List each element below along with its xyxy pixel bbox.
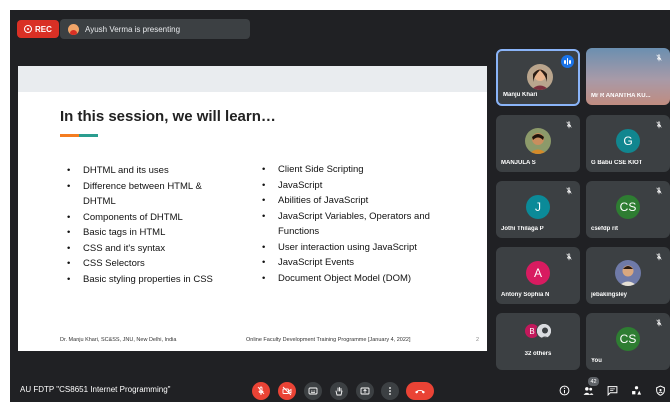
mic-off-icon <box>656 187 662 195</box>
mic-off-icon <box>566 121 572 129</box>
participant-name: G Babu CSE KIOT <box>591 160 643 166</box>
participant-name: MANJULA S <box>501 160 536 166</box>
bullet-item: Abilities of JavaScript <box>260 193 465 209</box>
tile-you[interactable]: CS You <box>586 313 670 370</box>
mic-off-icon <box>257 386 265 395</box>
mic-off-icon <box>656 319 662 327</box>
participant-photo <box>536 323 552 339</box>
tile-anantha[interactable]: Mr R ANANTHA KU... <box>586 48 670 105</box>
slide-left-list: DHTML and its uses Difference between HT… <box>65 163 215 287</box>
more-icon <box>389 387 391 395</box>
bullet-item: DHTML and its uses <box>65 163 215 179</box>
bullet-item: JavaScript <box>260 178 465 194</box>
participant-name: csefdp rit <box>591 226 619 232</box>
slide-right-list: Client Side Scripting JavaScript Abiliti… <box>260 162 465 286</box>
participant-name: Jothi Thilaga P <box>501 226 544 232</box>
bullet-item: Components of DHTML <box>65 210 215 226</box>
activities-icon <box>632 386 642 395</box>
participant-photo <box>615 260 641 286</box>
mic-off-icon <box>656 54 662 62</box>
camera-off-icon <box>282 386 292 396</box>
captions-button[interactable] <box>304 382 322 400</box>
participant-avatar: G <box>616 129 640 153</box>
tile-manjula[interactable]: MANJULA S <box>496 115 580 172</box>
bullet-item: Difference between HTML & DHTML <box>65 179 215 210</box>
tile-manju-khari[interactable]: Manju Khari <box>496 49 580 106</box>
people-icon <box>583 387 594 395</box>
host-controls-button[interactable] <box>654 384 667 397</box>
leave-call-icon <box>415 390 425 394</box>
mic-toggle-button[interactable] <box>252 382 270 400</box>
leave-call-button[interactable] <box>406 382 434 400</box>
more-options-button[interactable] <box>381 382 399 400</box>
present-icon <box>360 387 370 395</box>
others-avatars: B <box>524 323 554 339</box>
presenting-text: Ayush Verma is presenting <box>85 24 181 34</box>
bullet-item: JavaScript Events <box>260 255 465 271</box>
mic-off-icon <box>656 121 662 129</box>
activities-button[interactable] <box>630 384 643 397</box>
slide-header-band <box>18 66 487 92</box>
participant-photo <box>527 64 553 90</box>
slide-title: In this session, we will learn… <box>60 108 276 125</box>
tile-jothi[interactable]: J Jothi Thilaga P <box>496 181 580 238</box>
mic-off-icon <box>656 253 662 261</box>
bullet-item: User interaction using JavaScript <box>260 240 465 256</box>
info-icon <box>559 385 570 396</box>
bullet-item: Document Object Model (DOM) <box>260 271 465 287</box>
meet-window: REC Ayush Verma is presenting In this se… <box>10 10 670 402</box>
captions-icon <box>308 387 318 395</box>
participant-name: jebakingsley <box>591 292 628 298</box>
others-count: 32 others <box>524 351 552 357</box>
participant-photo <box>525 128 551 154</box>
chat-button[interactable] <box>606 384 619 397</box>
tile-csefdp[interactable]: CS csefdp rit <box>586 181 670 238</box>
bullet-item: Client Side Scripting <box>260 162 465 178</box>
raise-hand-icon <box>335 387 343 396</box>
presenting-banner[interactable]: Ayush Verma is presenting <box>60 19 250 39</box>
bullet-item: Basic tags in HTML <box>65 225 215 241</box>
mic-off-icon <box>566 253 572 261</box>
present-button[interactable] <box>356 382 374 400</box>
slide-footer-author: Dr. Manju Khari, SC&SS, JNU, New Delhi, … <box>60 337 177 343</box>
participant-avatar: CS <box>616 327 640 351</box>
tile-32-others[interactable]: B 32 others <box>496 313 580 370</box>
rec-label: REC <box>35 24 52 34</box>
raise-hand-button[interactable] <box>330 382 348 400</box>
bullet-item: CSS and it's syntax <box>65 241 215 257</box>
record-icon <box>24 25 32 33</box>
participant-avatar: A <box>526 261 550 285</box>
chat-icon <box>607 386 618 396</box>
slide-title-rule <box>60 134 98 137</box>
slide-page-number: 2 <box>476 337 480 343</box>
shared-slide: In this session, we will learn… DHTML an… <box>18 66 487 351</box>
mic-off-icon <box>566 187 572 195</box>
camera-toggle-button[interactable] <box>278 382 296 400</box>
bullet-item: JavaScript Variables, Operators and Func… <box>260 209 465 240</box>
bullet-item: CSS Selectors <box>65 256 215 272</box>
people-count-badge: 42 <box>588 377 599 386</box>
participant-avatar: J <box>526 195 550 219</box>
presenter-avatar <box>68 23 79 35</box>
participant-name: Manju Khari <box>503 92 538 98</box>
tile-antony[interactable]: A Antony Sophia N <box>496 247 580 304</box>
tile-jebakingsley[interactable]: jebakingsley <box>586 247 670 304</box>
meeting-title: AU FDTP "CS8651 Internet Programming" <box>20 385 171 394</box>
bullet-item: Basic styling properties in CSS <box>65 272 215 288</box>
recording-indicator[interactable]: REC <box>17 20 59 38</box>
participant-name: You <box>591 358 602 364</box>
host-controls-icon <box>656 385 665 396</box>
speaking-indicator-icon <box>561 55 574 68</box>
meeting-details-button[interactable] <box>558 384 571 397</box>
participant-name: Antony Sophia N <box>501 292 550 298</box>
participant-avatar: CS <box>616 195 640 219</box>
tile-g-babu[interactable]: G G Babu CSE KIOT <box>586 115 670 172</box>
slide-footer-event: Online Faculty Development Training Prog… <box>246 337 411 343</box>
participant-name: Mr R ANANTHA KU... <box>591 93 651 99</box>
